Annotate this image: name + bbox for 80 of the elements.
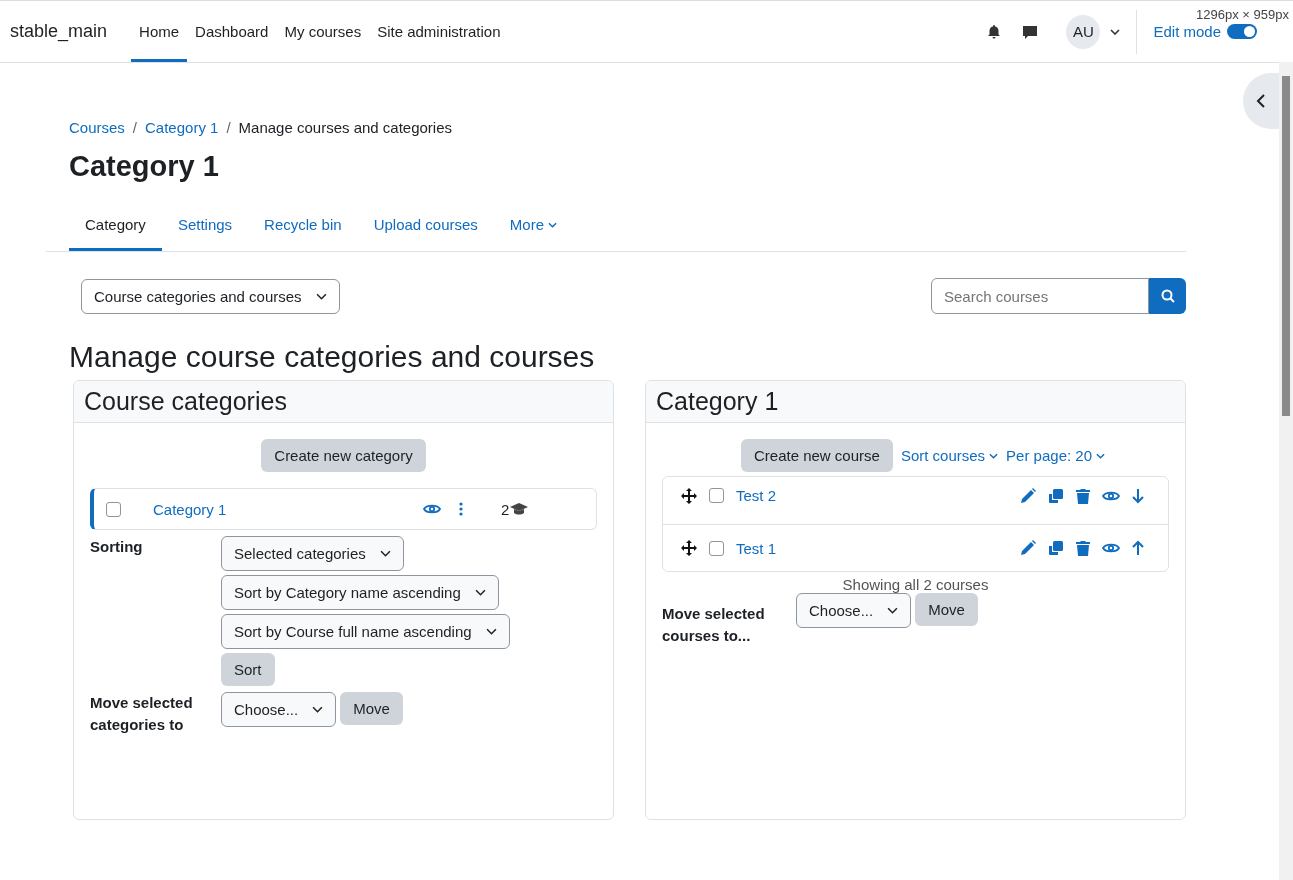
- course-row[interactable]: Test 2: [663, 477, 1168, 524]
- nav-link[interactable]: My courses: [276, 1, 370, 62]
- graduation-cap-icon: [509, 502, 530, 516]
- move-select[interactable]: Choose...: [796, 593, 912, 628]
- course-link[interactable]: Test 1: [736, 539, 777, 557]
- scrollbar[interactable]: [1279, 62, 1293, 880]
- per-page-link[interactable]: Per page: 20: [1006, 447, 1092, 464]
- search-field[interactable]: Search courses: [931, 278, 1149, 314]
- breadcrumb-current: Manage courses and categories: [238, 119, 453, 136]
- courses-summary: Showing all 2 courses: [841, 576, 990, 593]
- breadcrumb-link[interactable]: Category 1: [145, 119, 219, 136]
- view-select[interactable]: Course categories and courses: [81, 278, 340, 314]
- chevron-down-icon[interactable]: [474, 589, 486, 596]
- panel-title: Category 1: [646, 381, 1185, 423]
- chevron-down-icon[interactable]: [485, 628, 497, 635]
- sort-button[interactable]: Sort: [221, 653, 275, 686]
- move-select[interactable]: Choose...: [221, 692, 337, 727]
- chevron-down-icon[interactable]: [887, 607, 899, 614]
- section-heading: Manage course categories and courses: [69, 340, 596, 374]
- page-title: Category 1: [69, 150, 220, 183]
- chevron-down-icon[interactable]: [315, 292, 327, 300]
- checkbox[interactable]: [709, 488, 724, 503]
- site-name[interactable]: stable_main: [10, 21, 108, 42]
- drawer-toggle-button[interactable]: [1243, 73, 1279, 129]
- move-label: Move selected categories to: [90, 693, 194, 735]
- breadcrumb-separator: /: [132, 119, 138, 136]
- search-button[interactable]: [1149, 278, 1186, 314]
- user-avatar[interactable]: AU: [1066, 14, 1101, 49]
- copy-icon[interactable]: [1048, 487, 1064, 504]
- sort-courses-link[interactable]: Sort courses: [900, 447, 986, 464]
- copy-icon[interactable]: [1048, 540, 1064, 556]
- nav-link[interactable]: Dashboard: [187, 1, 277, 62]
- move-button[interactable]: Move: [340, 692, 403, 725]
- move-icon[interactable]: [681, 540, 697, 556]
- nav-link[interactable]: Site administration: [369, 1, 509, 62]
- chevron-down-icon[interactable]: [379, 550, 391, 557]
- sort-select[interactable]: Sort by Course full name ascending: [221, 614, 510, 649]
- move-button[interactable]: Move: [915, 593, 978, 626]
- edit-mode-toggle[interactable]: [1227, 24, 1257, 39]
- pencil-icon[interactable]: [1020, 540, 1036, 556]
- breadcrumb-link[interactable]: Courses: [69, 119, 125, 136]
- category-link[interactable]: Category 1: [153, 500, 363, 518]
- create-category-button[interactable]: Create new category: [261, 439, 426, 472]
- move-icon[interactable]: [681, 487, 697, 504]
- course-link[interactable]: Test 2: [736, 487, 777, 504]
- arrow-up-icon[interactable]: [1132, 540, 1144, 556]
- checkbox[interactable]: [106, 501, 121, 517]
- tab[interactable]: Upload courses: [357, 203, 494, 251]
- eye-icon[interactable]: [1102, 489, 1120, 502]
- edit-mode-label: Edit mode: [1153, 23, 1221, 40]
- chevron-down-icon[interactable]: [312, 706, 324, 713]
- eye-icon[interactable]: [423, 503, 441, 515]
- arrow-down-icon[interactable]: [1132, 487, 1144, 504]
- viewport-size-label: 1296px × 959px: [1196, 7, 1289, 22]
- checkbox[interactable]: [709, 540, 724, 556]
- sort-select[interactable]: Selected categories: [221, 536, 404, 571]
- search-icon[interactable]: [1160, 289, 1175, 303]
- category-row[interactable]: Category 1 2: [90, 488, 597, 530]
- tab[interactable]: More: [493, 203, 574, 251]
- tab[interactable]: Recycle bin: [248, 203, 358, 251]
- sorting-label: Sorting: [90, 537, 144, 557]
- create-course-button[interactable]: Create new course: [741, 439, 893, 472]
- nav-link[interactable]: Home: [131, 1, 188, 62]
- chevron-left-icon[interactable]: [1256, 94, 1266, 108]
- chat-icon[interactable]: [1022, 23, 1039, 40]
- panel-title: Course categories: [74, 381, 613, 423]
- course-row[interactable]: Test 1: [663, 524, 1168, 571]
- breadcrumb-separator: /: [226, 119, 231, 136]
- trash-icon[interactable]: [1076, 487, 1090, 504]
- bell-icon[interactable]: [986, 23, 1003, 40]
- tab[interactable]: Settings: [161, 203, 249, 251]
- course-count: 2: [501, 500, 510, 518]
- trash-icon[interactable]: [1076, 540, 1090, 556]
- sort-select[interactable]: Sort by Category name ascending: [221, 575, 499, 610]
- eye-icon[interactable]: [1102, 542, 1120, 554]
- more-icon[interactable]: [459, 502, 463, 516]
- pencil-icon[interactable]: [1020, 487, 1036, 504]
- caret-icon[interactable]: [1110, 28, 1121, 35]
- tab[interactable]: Category: [69, 203, 162, 251]
- move-label: Move selected courses to...: [662, 604, 766, 646]
